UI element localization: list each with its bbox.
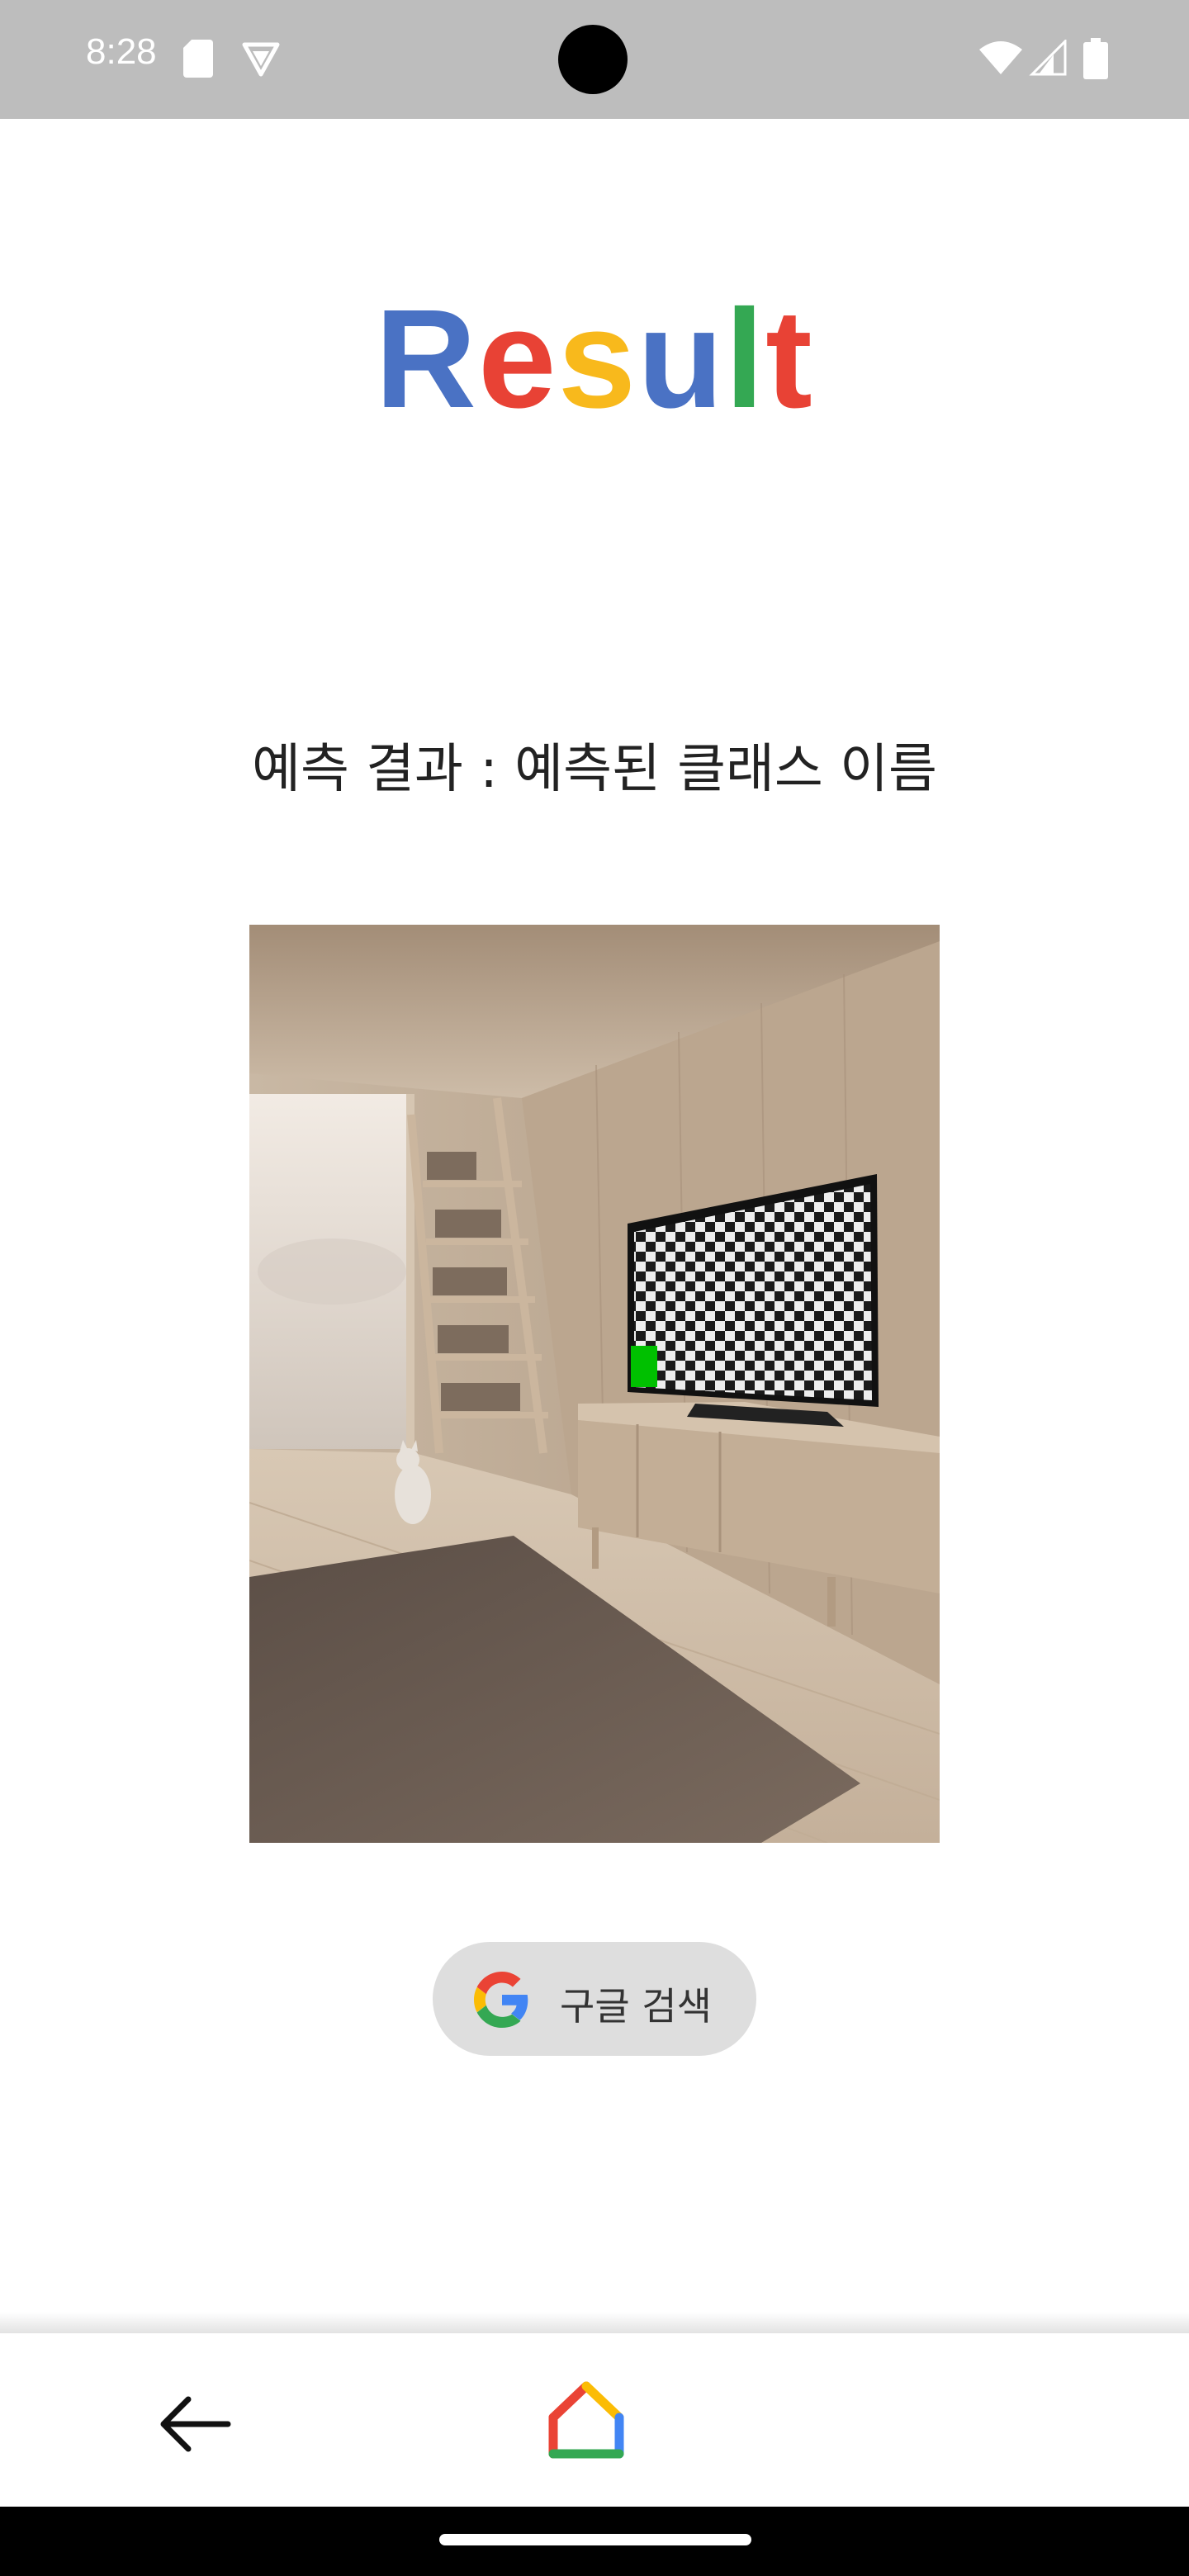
google-search-label: 구글 검색 (560, 1984, 712, 2029)
title-letter: l (724, 281, 766, 438)
status-time: 8:28 (86, 31, 157, 72)
google-home-icon[interactable] (547, 2379, 626, 2462)
arrow-left-icon[interactable] (155, 2384, 234, 2464)
vpn-icon (242, 42, 280, 77)
wifi-icon (979, 41, 1022, 74)
room-photo-image (249, 925, 940, 1843)
google-search-button[interactable]: 구글 검색 (433, 1942, 756, 2056)
gesture-handle[interactable] (439, 2534, 751, 2545)
title-letter: s (557, 281, 638, 438)
camera-cutout (558, 25, 628, 94)
title-letter: e (477, 281, 558, 438)
title-letter: R (375, 281, 478, 438)
sd-card-icon (183, 40, 213, 78)
prediction-result-text: 예측 결과 : 예측된 클래스 이름 (252, 739, 937, 800)
battery-icon (1083, 38, 1108, 79)
signal-icon (1029, 40, 1067, 76)
page-title: Result (0, 289, 1189, 429)
title-letter: t (765, 281, 814, 438)
title-letter: u (637, 281, 725, 438)
status-bar: 8:28 (0, 0, 1189, 119)
google-g-icon (474, 1972, 528, 2028)
system-nav-bar (0, 2507, 1189, 2576)
toolbar-shadow (0, 2312, 1189, 2335)
